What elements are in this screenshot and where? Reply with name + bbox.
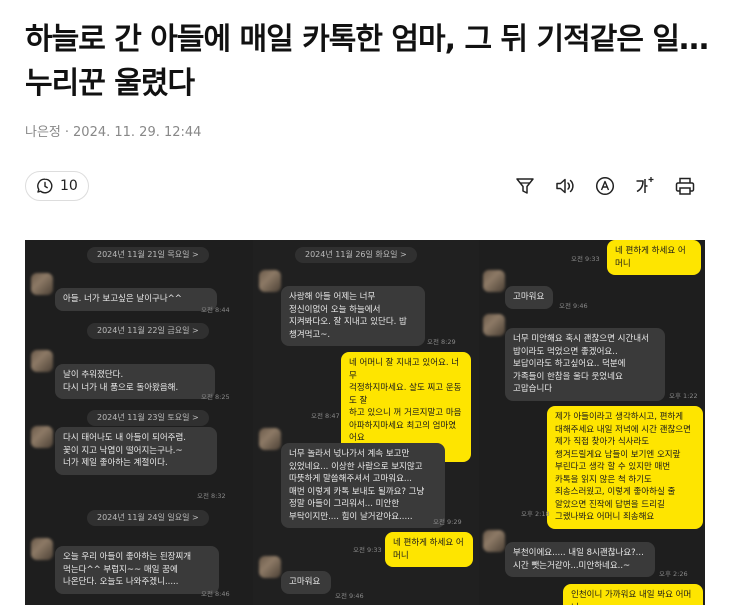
message-time: 오전 8:32 [197,492,226,500]
blurred-avatar [259,428,281,450]
message-time: 오전 9:29 [433,518,462,526]
message-time: 오전 8:47 [311,412,340,420]
blurred-avatar [31,273,53,295]
date-separator: 2024년 11월 22일 금요일 > [87,323,209,339]
chat-bubble: 다시 태어나도 내 아들이 되어주렴. 꽃이 지고 낙엽이 떨어지는구나.~ 너… [55,427,217,475]
message-time: 오전 8:29 [427,338,456,346]
font-size-icon[interactable] [633,174,657,198]
chat-bubble-sent: 인천이니 가까워요 내일 봐요 어머니 [563,584,703,605]
message-time: 오전 9:46 [335,592,364,600]
chat-column-2: 2024년 11월 26일 화요일 > 사랑해 아들 어제는 너무 정신이없어 … [253,240,479,605]
chat-bubble: 사랑해 아들 어제는 너무 정신이없어 오늘 하늘에서 지켜봐다오. 잘 지내고… [281,286,425,346]
chat-column-3: 네 편하게 하세요 어머니 오전 9:33 고마워요 오전 9:46 너무 미안… [479,240,705,605]
message-time: 오후 2:26 [659,570,688,578]
chat-bubble: 고마워요 [505,286,553,309]
chat-bubble: 고마워요 [281,571,331,594]
message-time: 오후 1:22 [669,392,698,400]
message-time: 오후 2:18 [521,510,550,518]
date-separator: 2024년 11월 21일 목요일 > [87,247,209,263]
publish-date: 2024. 11. 29. 12:44 [73,125,202,140]
chat-bubble-sent: 네 편하게 하세요 어머니 [607,240,701,275]
meta-separator: · [64,125,70,140]
message-time: 오전 9:46 [559,302,588,310]
date-separator: 2024년 11월 24일 일요일 > [87,510,209,526]
message-time: 오전 8:46 [201,590,230,598]
blurred-avatar [259,270,281,292]
date-separator: 2024년 11월 23일 토요일 > [87,410,209,426]
chat-bubble-sent: 네 편하게 하세요 어머니 [385,532,473,567]
blurred-avatar [31,350,53,372]
article-meta: 나은정 · 2024. 11. 29. 12:44 [25,121,201,140]
translate-icon[interactable] [593,174,617,198]
blurred-avatar [483,530,505,552]
message-time: 오전 9:33 [353,546,382,554]
filter-icon[interactable] [513,174,537,198]
author-name[interactable]: 나은정 [25,125,61,140]
chat-bubble: 너무 놀라서 넋나가서 계속 보고만 있었네요... 이상한 사람으로 보지않고… [281,443,445,528]
message-time: 오전 9:33 [571,255,600,263]
chat-bubble: 아들. 너가 보고싶은 날이구나^^ [55,288,217,311]
date-separator: 2024년 11월 26일 화요일 > [295,247,417,263]
blurred-avatar [259,556,281,578]
blurred-avatar [483,270,505,292]
article-title: 하늘로 간 아들에 매일 카톡한 엄마, 그 뒤 기적같은 일…누리꾼 울렸다 [25,22,709,101]
chat-bubble: 날이 추워졌단다. 다시 너가 내 품으로 돌아왔음해. [55,364,215,399]
message-time: 오전 8:44 [201,306,230,314]
chat-bubble: 너무 미안해요 혹시 괜찮으면 시간내서 밥이라도 먹었으면 좋겠어요.. 보답… [505,328,665,401]
chat-bubble: 부천이에요..... 내일 8시괜찮나요?... 시간 뺏는거같아...미안하네… [505,542,655,577]
message-time: 오전 8:25 [201,393,230,401]
article-toolbar [513,174,697,198]
chat-bubble: 오늘 우리 아들이 좋아하는 된장찌개 먹는다^^ 부럽지~~ 매일 꿈에 나온… [55,546,219,594]
blurred-avatar [31,538,53,560]
comment-button[interactable]: 10 [25,171,89,201]
comment-icon [36,177,54,195]
chat-column-1: 2024년 11월 21일 목요일 > 아들. 너가 보고싶은 날이구나^^ 오… [25,240,253,605]
blurred-avatar [483,314,505,336]
chat-bubble-sent: 제가 아들이라고 생각하시고, 편하게 대해주세요 내일 저녁에 시간 괜찮으면… [547,406,703,529]
blurred-avatar [31,426,53,448]
print-icon[interactable] [673,174,697,198]
speaker-icon[interactable] [553,174,577,198]
comment-count: 10 [60,178,78,194]
article-photo-chat-screenshot: 2024년 11월 21일 목요일 > 아들. 너가 보고싶은 날이구나^^ 오… [25,240,705,605]
